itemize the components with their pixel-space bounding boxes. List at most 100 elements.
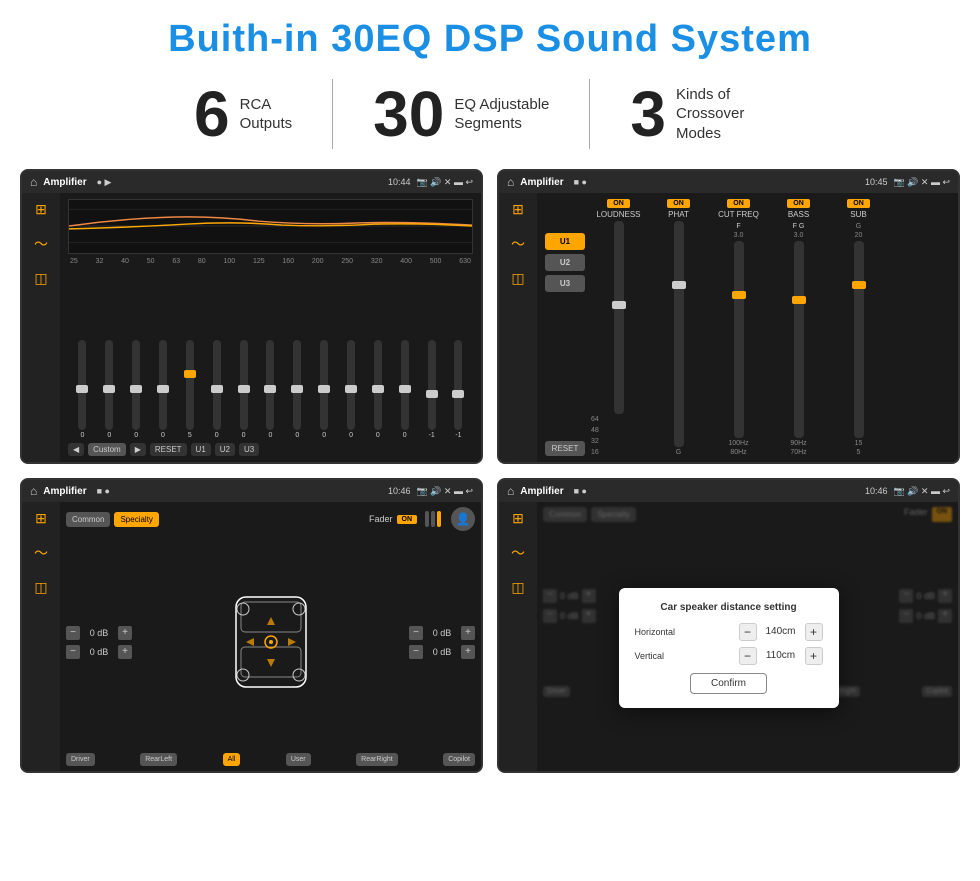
cross-phat: ON PHAT G xyxy=(651,199,706,456)
freq-400: 400 xyxy=(400,258,412,265)
eq-slider-3: 0 xyxy=(151,340,176,439)
eq-slider-2: 0 xyxy=(124,340,149,439)
zone-rearleft[interactable]: RearLeft xyxy=(140,753,177,766)
vol-minus-4[interactable]: − xyxy=(409,645,423,659)
u2-btn[interactable]: U2 xyxy=(215,443,235,456)
vol-row-4: − 0 dB + xyxy=(409,645,475,659)
zone-driver[interactable]: Driver xyxy=(66,753,95,766)
eq-sidebar-icon[interactable]: ⊞ xyxy=(35,201,47,218)
time-3: 10:46 xyxy=(388,486,411,496)
specialty-tab[interactable]: Specialty xyxy=(114,512,158,527)
loudness-toggle[interactable]: ON xyxy=(607,199,630,208)
screen-content-4: ⊞ 〜 ◫ Common Specialty Fader ON − 0 dB xyxy=(499,502,958,771)
stat-rca-label: RCAOutputs xyxy=(240,95,293,134)
freq-630: 630 xyxy=(459,258,471,265)
phat-label: PHAT xyxy=(668,210,689,219)
wave-sidebar-icon-2[interactable]: 〜 xyxy=(511,234,525,254)
eq-bottom-bar: ◀ Custom ▶ RESET U1 U2 U3 xyxy=(68,443,473,456)
status-dots-3: ■ ● xyxy=(97,486,110,496)
eq-sidebar-icon-3[interactable]: ⊞ xyxy=(35,510,47,527)
vol-row-3: − 0 dB + xyxy=(409,626,475,640)
bass-label: BASS xyxy=(788,210,809,219)
speaker-sidebar-icon-3[interactable]: ◫ xyxy=(34,579,47,596)
vol-plus-3[interactable]: + xyxy=(461,626,475,640)
sub-slider[interactable] xyxy=(854,241,864,438)
vertical-minus[interactable]: − xyxy=(739,647,757,665)
phat-toggle[interactable]: ON xyxy=(667,199,690,208)
fader-on-toggle[interactable]: ON xyxy=(397,515,418,524)
common-tab[interactable]: Common xyxy=(66,512,110,527)
loudness-slider[interactable] xyxy=(614,221,624,414)
stats-row: 6 RCAOutputs 30 EQ AdjustableSegments 3 … xyxy=(0,71,980,161)
eq-slider-9: 0 xyxy=(312,340,337,439)
dialog-vertical-row: Vertical − 110cm + xyxy=(635,647,823,665)
phat-slider[interactable] xyxy=(674,221,684,447)
screen-content-1: ⊞ 〜 ◫ xyxy=(22,193,481,462)
fader-left-controls: − 0 dB + − 0 dB + xyxy=(66,626,132,659)
zone-rearright[interactable]: RearRight xyxy=(356,753,398,766)
vol-plus-2[interactable]: + xyxy=(118,645,132,659)
eq-slider-11: 0 xyxy=(365,340,390,439)
bass-slider[interactable] xyxy=(794,241,804,438)
vol-minus-2[interactable]: − xyxy=(66,645,80,659)
cross-sub: ON SUB G 20 15 5 xyxy=(831,199,886,456)
zone-copilot[interactable]: Copilot xyxy=(443,753,475,766)
sub-toggle[interactable]: ON xyxy=(847,199,870,208)
cross-loudness: ON LOUDNESS 64 48 32 xyxy=(591,199,646,456)
eq-slider-1: 0 xyxy=(97,340,122,439)
preset-u2[interactable]: U2 xyxy=(545,254,585,271)
reset-btn[interactable]: RESET xyxy=(150,443,187,456)
vol-plus-1[interactable]: + xyxy=(118,626,132,640)
left-sidebar-3: ⊞ 〜 ◫ xyxy=(22,502,60,771)
speaker-sidebar-icon-2[interactable]: ◫ xyxy=(511,270,524,287)
dialog-title: Car speaker distance setting xyxy=(635,602,823,613)
preset-u3[interactable]: U3 xyxy=(545,275,585,292)
loudness-label: LOUDNESS xyxy=(596,210,640,219)
eq-slider-14: -1 xyxy=(446,340,471,439)
home-icon-3: ⌂ xyxy=(30,484,37,498)
wave-sidebar-icon-3[interactable]: 〜 xyxy=(34,543,48,563)
confirm-button[interactable]: Confirm xyxy=(690,673,767,694)
u1-btn[interactable]: U1 xyxy=(191,443,211,456)
horizontal-label: Horizontal xyxy=(635,627,695,637)
horizontal-minus[interactable]: − xyxy=(739,623,757,641)
eq-graph-svg xyxy=(69,200,472,253)
status-icons-1: 📷 🔊 ✕ ▬ ↩ xyxy=(417,177,474,188)
eq-slider-6: 0 xyxy=(231,340,256,439)
cutfreq-slider[interactable] xyxy=(734,241,744,438)
bass-toggle[interactable]: ON xyxy=(787,199,810,208)
stat-eq: 30 EQ AdjustableSegments xyxy=(333,82,589,146)
app-name-3: Amplifier xyxy=(43,486,86,497)
zone-all[interactable]: All xyxy=(223,753,241,766)
speaker-sidebar-icon[interactable]: ◫ xyxy=(34,270,47,287)
cutfreq-label: CUT FREQ xyxy=(718,210,759,219)
u3-btn[interactable]: U3 xyxy=(239,443,259,456)
horizontal-plus[interactable]: + xyxy=(805,623,823,641)
cutfreq-toggle[interactable]: ON xyxy=(727,199,750,208)
vertical-plus[interactable]: + xyxy=(805,647,823,665)
wave-sidebar-icon[interactable]: 〜 xyxy=(34,234,48,254)
freq-250: 250 xyxy=(341,258,353,265)
home-icon-4: ⌂ xyxy=(507,484,514,498)
horizontal-value: 140cm xyxy=(761,626,801,637)
zone-user[interactable]: User xyxy=(286,753,311,766)
vol-minus-3[interactable]: − xyxy=(409,626,423,640)
cross-cutfreq: ON CUT FREQ F 3.0 100Hz 80Hz xyxy=(711,199,766,456)
status-icons-2: 📷 🔊 ✕ ▬ ↩ xyxy=(894,177,951,188)
stat-eq-label: EQ AdjustableSegments xyxy=(454,95,549,134)
preset-u1[interactable]: U1 xyxy=(545,233,585,250)
screen-crossover: ⌂ Amplifier ■ ● 10:45 📷 🔊 ✕ ▬ ↩ ⊞ 〜 ◫ U1… xyxy=(497,169,960,464)
eq-sidebar-icon-2[interactable]: ⊞ xyxy=(512,201,524,218)
freq-100: 100 xyxy=(223,258,235,265)
stat-crossover: 3 Kinds ofCrossover Modes xyxy=(590,82,826,146)
freq-80: 80 xyxy=(198,258,206,265)
play-btn[interactable]: ▶ xyxy=(130,443,146,456)
vol-minus-1[interactable]: − xyxy=(66,626,80,640)
reset-crossover[interactable]: RESET xyxy=(545,441,585,456)
vol-plus-4[interactable]: + xyxy=(461,645,475,659)
prev-btn[interactable]: ◀ xyxy=(68,443,84,456)
settings-icon[interactable]: 👤 xyxy=(451,507,475,531)
freq-40: 40 xyxy=(121,258,129,265)
fader-right-controls: − 0 dB + − 0 dB + xyxy=(409,626,475,659)
custom-btn[interactable]: Custom xyxy=(88,443,126,456)
